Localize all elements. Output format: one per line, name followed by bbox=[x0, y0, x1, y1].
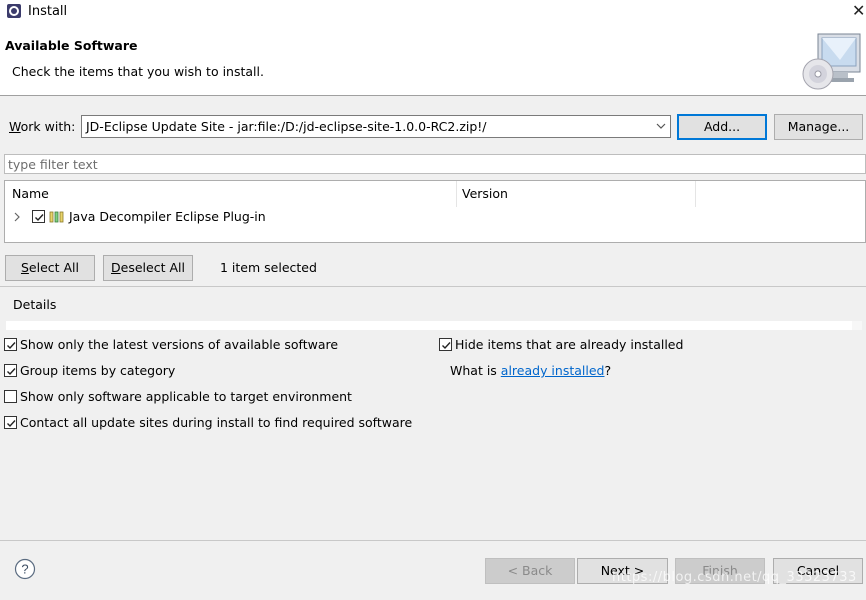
plugin-category-icon bbox=[49, 211, 64, 223]
details-scrollbar[interactable] bbox=[852, 321, 862, 330]
details-label: Details bbox=[13, 297, 57, 312]
work-with-combo[interactable]: JD-Eclipse Update Site - jar:file:/D:/jd… bbox=[81, 115, 671, 138]
filter-placeholder: type filter text bbox=[8, 157, 98, 172]
column-header-name[interactable]: Name bbox=[12, 181, 49, 207]
page-description: Check the items that you wish to install… bbox=[12, 64, 264, 79]
svg-text:?: ? bbox=[21, 562, 28, 577]
group-by-category-label[interactable]: Group items by category bbox=[20, 363, 175, 378]
manage-sites-button[interactable]: Manage... bbox=[774, 114, 863, 140]
page-title: Available Software bbox=[5, 38, 138, 53]
what-is-installed-text: What is already installed? bbox=[450, 363, 612, 378]
close-icon[interactable]: ✕ bbox=[852, 0, 866, 24]
already-installed-link[interactable]: already installed bbox=[501, 363, 605, 378]
hide-installed-label[interactable]: Hide items that are already installed bbox=[455, 337, 683, 352]
footer-separator bbox=[0, 540, 866, 541]
details-text-area[interactable] bbox=[6, 321, 852, 330]
selection-status: 1 item selected bbox=[220, 260, 317, 275]
column-header-version[interactable]: Version bbox=[462, 181, 508, 207]
filter-input[interactable]: type filter text bbox=[4, 154, 866, 174]
select-all-button[interactable]: Select All bbox=[5, 255, 95, 281]
row-checkbox[interactable] bbox=[32, 210, 45, 223]
help-icon[interactable]: ? bbox=[14, 558, 36, 580]
show-latest-checkbox[interactable] bbox=[4, 338, 17, 351]
group-by-category-checkbox[interactable] bbox=[4, 364, 17, 377]
column-divider bbox=[456, 181, 457, 207]
tree-row[interactable]: Java Decompiler Eclipse Plug-in bbox=[5, 207, 865, 227]
work-with-value: JD-Eclipse Update Site - jar:file:/D:/jd… bbox=[86, 119, 487, 134]
work-with-label: Work with: bbox=[9, 119, 76, 134]
contact-update-sites-label[interactable]: Contact all update sites during install … bbox=[20, 415, 412, 430]
software-tree[interactable]: Name Version Java Decompiler Eclipse Plu… bbox=[4, 180, 866, 243]
show-latest-label[interactable]: Show only the latest versions of availab… bbox=[20, 337, 338, 352]
watermark-text: https://blog.csdn.net/qq_33323733 bbox=[612, 570, 857, 585]
eclipse-app-icon bbox=[7, 4, 21, 18]
window-title: Install bbox=[28, 4, 68, 19]
expand-chevron-icon[interactable] bbox=[12, 211, 22, 223]
details-separator bbox=[0, 286, 866, 287]
target-environment-label[interactable]: Show only software applicable to target … bbox=[20, 389, 352, 404]
title-bar: Install ✕ bbox=[0, 0, 866, 24]
back-button[interactable]: < Back bbox=[485, 558, 575, 584]
row-name: Java Decompiler Eclipse Plug-in bbox=[69, 209, 266, 224]
column-divider bbox=[695, 181, 696, 207]
target-environment-checkbox[interactable] bbox=[4, 390, 17, 403]
hide-installed-checkbox[interactable] bbox=[439, 338, 452, 351]
contact-update-sites-checkbox[interactable] bbox=[4, 416, 17, 429]
deselect-all-button[interactable]: Deselect All bbox=[103, 255, 193, 281]
install-cd-monitor-icon bbox=[802, 33, 861, 90]
add-site-button[interactable]: Add... bbox=[677, 114, 767, 140]
chevron-down-icon[interactable] bbox=[656, 120, 666, 132]
wizard-banner: Available Software Check the items that … bbox=[0, 24, 866, 96]
